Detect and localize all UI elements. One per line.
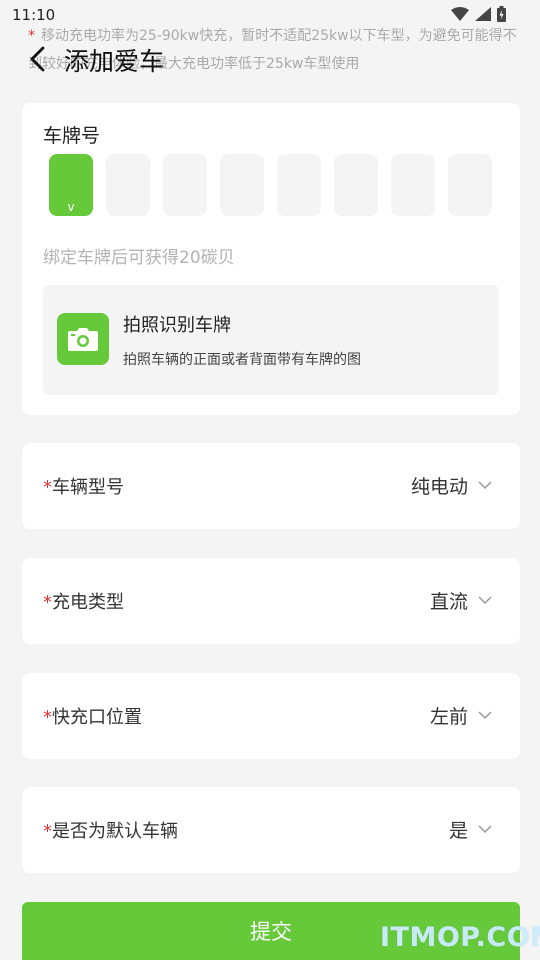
plate-label: 车牌号 (43, 125, 101, 147)
nav-bar: 添加爱车 (0, 38, 540, 84)
row-label-text: 车辆型号 (52, 477, 124, 498)
caret-icon: v (67, 200, 75, 214)
plate-cell-7[interactable] (391, 154, 435, 216)
plate-cell-4[interactable] (220, 154, 264, 216)
row-value: 是 (448, 820, 468, 842)
photo-subtitle: 拍照车辆的正面或者背面带有车牌的图 (123, 352, 361, 368)
row-label: *快充口位置 (43, 703, 142, 729)
wifi-icon (451, 7, 469, 21)
vehicle-model-row[interactable]: *车辆型号 纯电动 (22, 443, 520, 529)
default-vehicle-row[interactable]: *是否为默认车辆 是 (22, 787, 520, 873)
required-mark: * (43, 477, 52, 498)
chevron-down-icon (478, 481, 492, 490)
row-label: *车辆型号 (43, 473, 124, 499)
plate-cell-6[interactable] (334, 154, 378, 216)
plate-cell-3[interactable] (163, 154, 207, 216)
plate-cell-2[interactable] (106, 154, 150, 216)
chevron-down-icon (478, 711, 492, 720)
photo-title: 拍照识别车牌 (123, 315, 231, 336)
plate-input: v (49, 154, 492, 216)
chevron-down-icon (478, 825, 492, 834)
plate-cell-5[interactable] (277, 154, 321, 216)
signal-icon (475, 7, 491, 21)
row-value: 纯电动 (410, 476, 468, 498)
back-icon[interactable] (24, 44, 54, 74)
photo-recognize-button[interactable]: 拍照识别车牌 拍照车辆的正面或者背面带有车牌的图 (43, 285, 499, 395)
page-title: 添加爱车 (64, 47, 165, 76)
row-label: *充电类型 (43, 588, 124, 614)
row-label-text: 是否为默认车辆 (52, 821, 178, 842)
row-label-text: 充电类型 (52, 592, 124, 613)
plate-cell-8[interactable] (448, 154, 492, 216)
status-icons (451, 6, 506, 22)
charge-port-row[interactable]: *快充口位置 左前 (22, 673, 520, 759)
row-label-text: 快充口位置 (52, 707, 142, 728)
row-value: 左前 (429, 706, 468, 728)
required-mark: * (43, 821, 52, 842)
plate-card: 车牌号 v 绑定车牌后可获得20碳贝 拍照识别车牌 拍照车辆的正面或者背面带有车… (22, 103, 520, 415)
chevron-down-icon (478, 596, 492, 605)
plate-cell-1[interactable]: v (49, 154, 93, 216)
camera-icon (57, 313, 109, 365)
row-value: 直流 (429, 591, 468, 613)
required-mark: * (43, 707, 52, 728)
bind-hint: 绑定车牌后可获得20碳贝 (43, 248, 235, 268)
charge-type-row[interactable]: *充电类型 直流 (22, 558, 520, 644)
required-mark: * (43, 592, 52, 613)
battery-icon (497, 6, 506, 22)
watermark: ITMOP.COM (380, 922, 540, 953)
row-label: *是否为默认车辆 (43, 817, 178, 843)
